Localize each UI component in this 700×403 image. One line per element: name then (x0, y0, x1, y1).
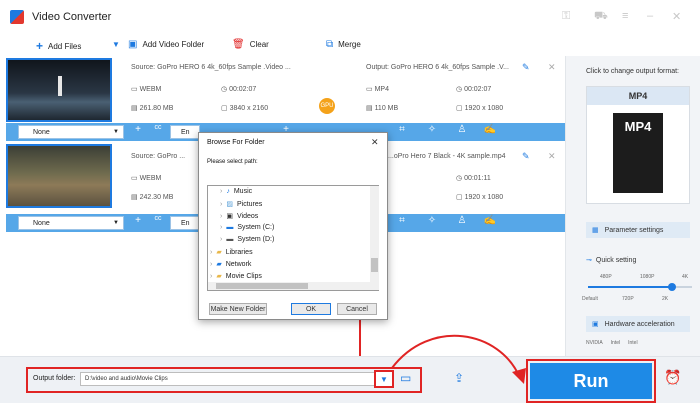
drive-icon: ▬ (226, 224, 234, 231)
cancel-button[interactable]: Cancel (337, 303, 377, 315)
folder-icon: ▰ (216, 273, 222, 280)
tree-item-libraries[interactable]: › ▰ Libraries (210, 248, 253, 257)
make-new-folder-button[interactable]: Make New Folder (209, 303, 267, 315)
tree-item-pictures[interactable]: › ▨ Pictures (220, 200, 262, 209)
network-icon: ▰ (216, 261, 222, 268)
vertical-scrollbar[interactable] (370, 186, 379, 290)
arrow-to-run (391, 334, 521, 379)
folder-tree[interactable]: › ♪ Music › ▨ Pictures › ▣ Videos › ▬ System (C:… (207, 185, 379, 291)
music-icon: ♪ (226, 188, 230, 195)
tree-item-videos[interactable]: › ▣ Videos (220, 212, 258, 221)
drive-icon: ▬ (226, 236, 234, 243)
tree-item-network[interactable]: › ▰ Network (210, 260, 251, 269)
pictures-icon: ▨ (226, 201, 233, 208)
tree-item-movie-clips[interactable]: › ▰ Movie Clips (210, 272, 262, 281)
scrollbar-thumb[interactable] (371, 258, 378, 272)
dialog-prompt: Please select path: (207, 159, 258, 165)
ok-button[interactable]: OK (291, 303, 331, 315)
folder-icon: ▰ (216, 249, 222, 256)
videos-icon: ▣ (226, 213, 233, 220)
tree-item-music[interactable]: › ♪ Music (220, 188, 252, 195)
dialog-title: Browse For Folder (207, 139, 265, 146)
tree-item-system-c[interactable]: › ▬ System (C:) (220, 224, 274, 231)
dialog-close-icon[interactable]: ✕ (371, 137, 379, 148)
scrollbar-thumb[interactable] (216, 283, 308, 289)
horizontal-scrollbar[interactable] (208, 282, 370, 290)
arrow-head-run (512, 368, 526, 384)
tree-item-system-d[interactable]: › ▬ System (D:) (220, 236, 274, 243)
browse-folder-dialog: Browse For Folder ✕ Please select path: … (198, 132, 388, 320)
